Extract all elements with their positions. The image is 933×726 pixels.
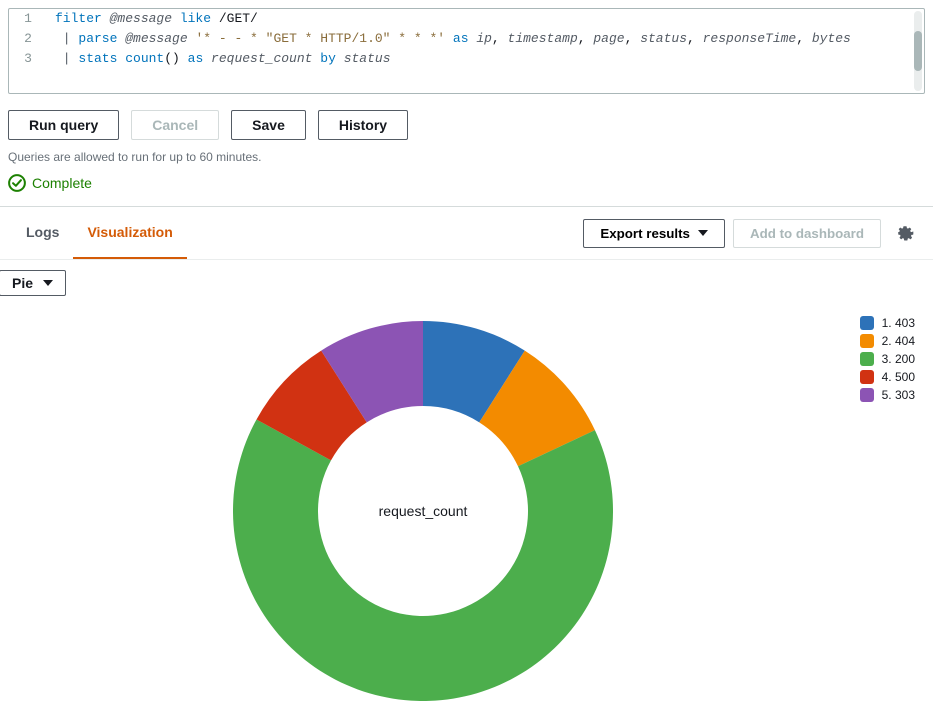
- legend-label: 1. 403: [882, 316, 915, 330]
- code-line[interactable]: 2 | parse @message '* - - * "GET * HTTP/…: [9, 29, 924, 49]
- tab-logs[interactable]: Logs: [12, 207, 73, 259]
- check-circle-icon: [8, 174, 26, 192]
- export-results-label: Export results: [600, 226, 690, 241]
- editor-scrollbar[interactable]: [914, 11, 922, 91]
- chart-type-label: Pie: [12, 275, 33, 291]
- legend-item[interactable]: 5. 303: [860, 388, 915, 402]
- query-status: Complete: [0, 174, 933, 206]
- code-content[interactable]: filter @message like /GET/: [55, 9, 270, 29]
- line-number: 2: [9, 29, 55, 49]
- results-tabs: Logs Visualization: [12, 207, 187, 259]
- code-content[interactable]: | stats count() as request_count by stat…: [55, 49, 403, 69]
- legend-label: 2. 404: [882, 334, 915, 348]
- donut-slice[interactable]: [233, 419, 613, 701]
- run-query-button[interactable]: Run query: [8, 110, 119, 140]
- chart-legend: 1. 403 2. 404 3. 200 4. 500 5. 303: [860, 316, 925, 406]
- query-toolbar: Run query Cancel Save History: [0, 110, 933, 150]
- chart-area: request_count 1. 403 2. 404 3. 200 4. 500 5.…: [0, 306, 933, 726]
- legend-swatch: [860, 352, 874, 366]
- line-number: 1: [9, 9, 55, 29]
- status-label: Complete: [32, 175, 92, 191]
- legend-label: 3. 200: [882, 352, 915, 366]
- code-content[interactable]: | parse @message '* - - * "GET * HTTP/1.…: [55, 29, 863, 49]
- donut-chart: request_count: [208, 316, 638, 706]
- legend-swatch: [860, 316, 874, 330]
- query-hint: Queries are allowed to run for up to 60 …: [0, 150, 933, 174]
- legend-swatch: [860, 334, 874, 348]
- save-button[interactable]: Save: [231, 110, 306, 140]
- cancel-button: Cancel: [131, 110, 219, 140]
- results-bar: Logs Visualization Export results Add to…: [0, 206, 933, 260]
- history-button[interactable]: History: [318, 110, 408, 140]
- query-editor[interactable]: 1filter @message like /GET/2 | parse @me…: [8, 8, 925, 94]
- tab-visualization[interactable]: Visualization: [73, 207, 186, 259]
- code-line[interactable]: 1filter @message like /GET/: [9, 9, 924, 29]
- legend-label: 5. 303: [882, 388, 915, 402]
- settings-button[interactable]: [889, 217, 921, 249]
- chart-center-label: request_count: [379, 503, 468, 519]
- legend-item[interactable]: 1. 403: [860, 316, 915, 330]
- code-line[interactable]: 3 | stats count() as request_count by st…: [9, 49, 924, 69]
- chart-type-select[interactable]: Pie: [0, 270, 66, 296]
- add-to-dashboard-button: Add to dashboard: [733, 219, 881, 248]
- caret-down-icon: [698, 230, 708, 236]
- visualization-toolbar: Pie: [0, 260, 933, 306]
- export-results-button[interactable]: Export results: [583, 219, 725, 248]
- gear-icon: [896, 224, 914, 242]
- legend-item[interactable]: 3. 200: [860, 352, 915, 366]
- legend-label: 4. 500: [882, 370, 915, 384]
- caret-down-icon: [43, 280, 53, 286]
- legend-item[interactable]: 4. 500: [860, 370, 915, 384]
- legend-item[interactable]: 2. 404: [860, 334, 915, 348]
- line-number: 3: [9, 49, 55, 69]
- legend-swatch: [860, 388, 874, 402]
- legend-swatch: [860, 370, 874, 384]
